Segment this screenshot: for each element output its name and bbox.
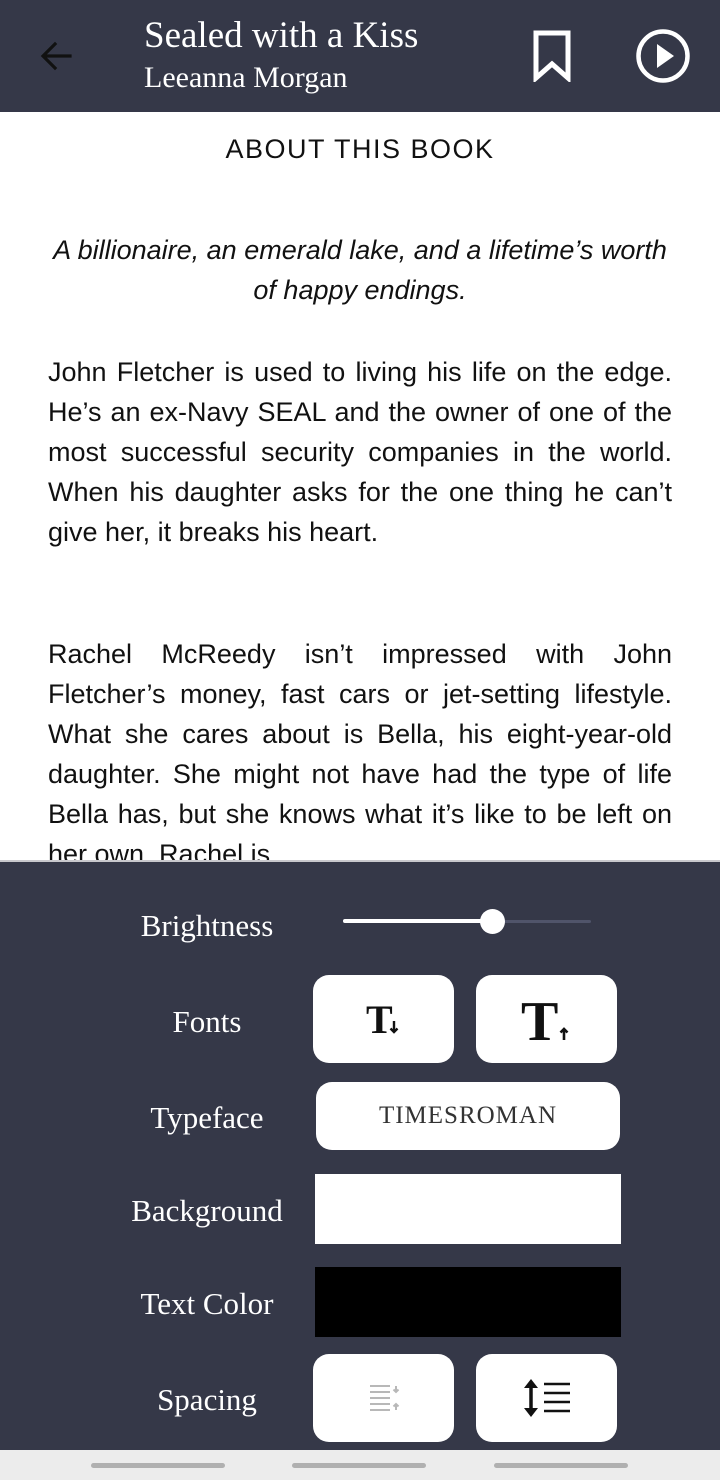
play-button[interactable] — [633, 26, 693, 86]
brightness-slider-fill — [343, 919, 492, 923]
line-spacing-decrease-button[interactable] — [313, 1354, 454, 1442]
svg-text:T: T — [521, 992, 558, 1046]
book-tagline: A billionaire, an emerald lake, and a li… — [53, 235, 667, 305]
system-nav-bar — [0, 1450, 720, 1480]
spacing-label: Spacing — [157, 1382, 257, 1417]
nav-handle-left[interactable] — [91, 1463, 225, 1468]
brightness-slider-thumb[interactable] — [479, 909, 505, 934]
text-color-label: Text Color — [140, 1286, 274, 1321]
section-heading: ABOUT THIS BOOK — [225, 134, 495, 164]
text-size-decrease-icon: T — [366, 999, 398, 1039]
arrow-back-icon — [40, 41, 72, 71]
book-author: Leeanna Morgan — [144, 61, 348, 94]
title-block: Sealed with a Kiss Leeanna Morgan — [144, 14, 418, 98]
back-button[interactable] — [30, 30, 82, 82]
reader-settings-panel: Brightness Fonts T T Typeface TIMESROMAN… — [0, 860, 720, 1450]
typeface-value: TIMESROMAN — [378, 1102, 558, 1129]
book-title: Sealed with a Kiss — [144, 15, 419, 56]
description-paragraph: John Fletcher is used to living his life… — [48, 357, 672, 547]
line-spacing-increase-icon — [523, 1379, 570, 1417]
line-spacing-increase-button[interactable] — [476, 1354, 617, 1442]
typeface-label: Typeface — [150, 1100, 264, 1135]
text-size-increase-icon: T — [521, 992, 568, 1046]
play-circle-icon — [636, 29, 690, 83]
fonts-label: Fonts — [172, 1004, 242, 1039]
font-size-decrease-button[interactable]: T — [313, 975, 454, 1063]
book-description[interactable]: ABOUT THIS BOOK A billionaire, an emeral… — [0, 112, 720, 860]
font-size-increase-button[interactable]: T — [476, 975, 617, 1063]
brightness-label: Brightness — [140, 908, 274, 943]
nav-handle-center[interactable] — [292, 1463, 426, 1468]
nav-handle-right[interactable] — [494, 1463, 628, 1468]
bookmark-icon — [533, 30, 571, 82]
background-color-swatch[interactable] — [315, 1174, 621, 1244]
line-spacing-decrease-icon — [369, 1385, 399, 1411]
app-header: Sealed with a Kiss Leeanna Morgan — [0, 0, 720, 112]
bookmark-button[interactable] — [526, 28, 578, 84]
description-paragraph: Rachel McReedy isn’t impressed with John… — [48, 639, 672, 860]
typeface-selector[interactable]: TIMESROMAN — [316, 1082, 620, 1150]
svg-text:T: T — [366, 999, 393, 1039]
background-label: Background — [131, 1193, 283, 1228]
text-color-swatch[interactable] — [315, 1267, 621, 1337]
